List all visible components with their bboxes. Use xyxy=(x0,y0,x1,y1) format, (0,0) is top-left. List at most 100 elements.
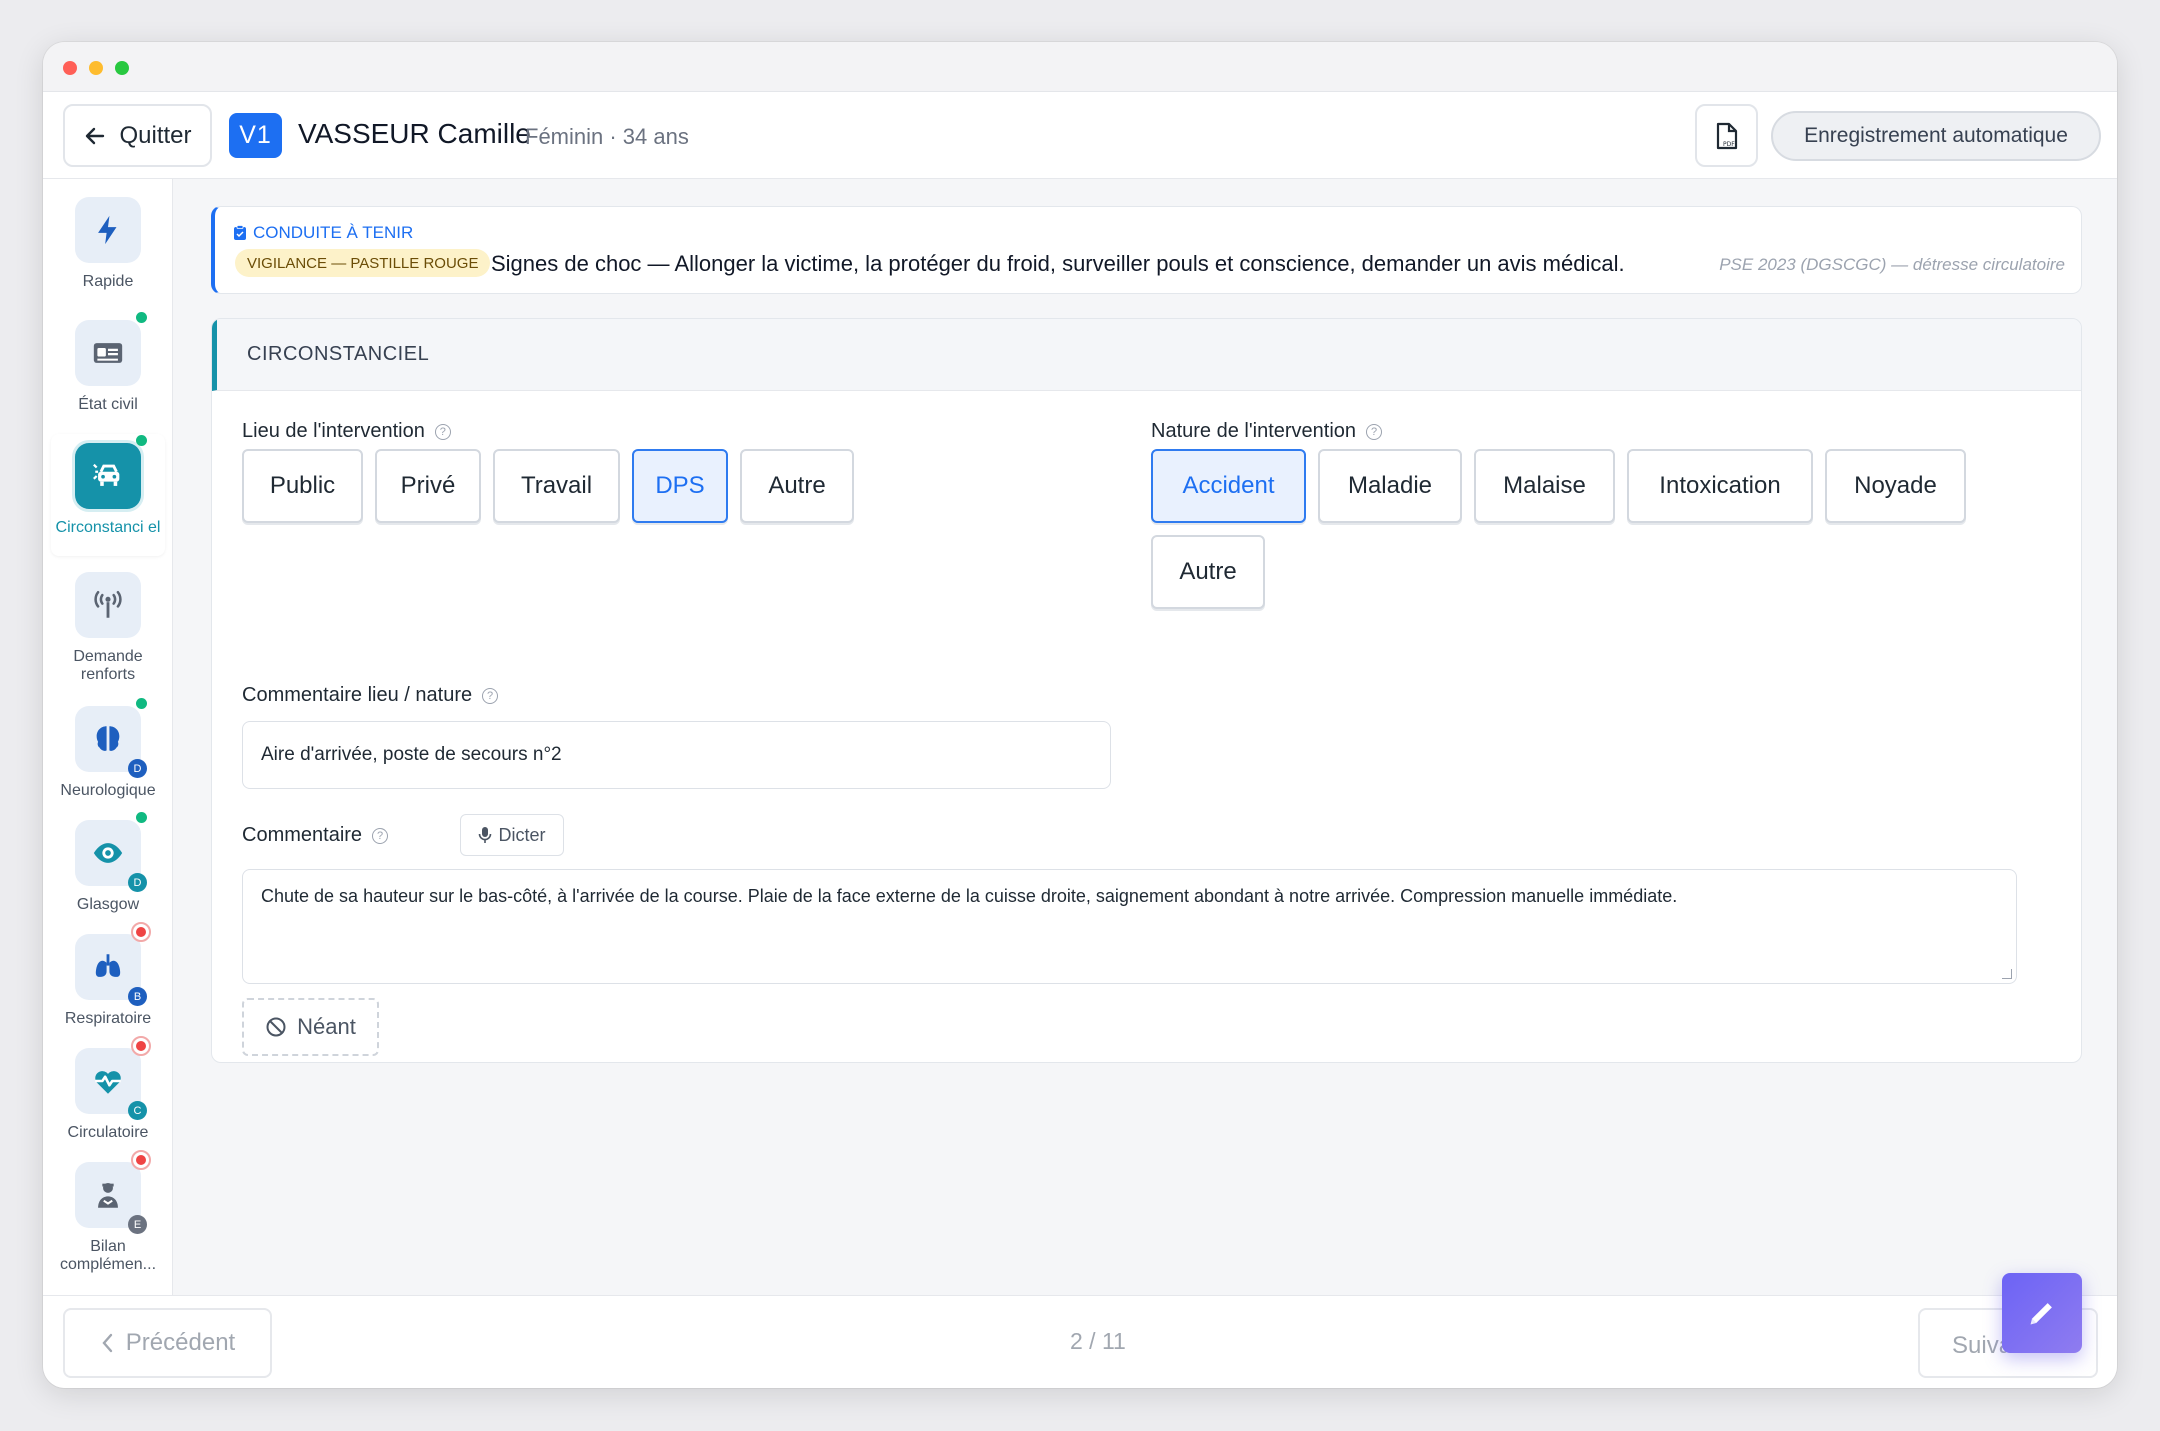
abcde-badge: C xyxy=(128,1101,147,1120)
nature-option-autre[interactable]: Autre xyxy=(1151,535,1265,609)
window-titlebar xyxy=(43,42,2117,92)
sidebar-item-etat-civil[interactable]: État civil xyxy=(51,312,165,424)
svg-text:PDF: PDF xyxy=(1723,141,1735,148)
neant-label: Néant xyxy=(297,1014,356,1039)
sidebar-item-label: Circulatoire xyxy=(67,1124,149,1141)
chevron-left-icon xyxy=(102,1333,112,1353)
brain-icon: D xyxy=(75,698,147,778)
help-icon[interactable]: ? xyxy=(434,423,451,440)
status-dot-red xyxy=(131,922,151,942)
status-dot-red xyxy=(131,1036,151,1056)
status-dot-red xyxy=(131,1150,151,1170)
sidebar-item-label: État civil xyxy=(78,396,138,413)
autosave-status[interactable]: Enregistrement automatique xyxy=(1771,111,2101,161)
nature-option-malaise[interactable]: Malaise xyxy=(1474,449,1615,523)
abcde-badge: D xyxy=(128,759,147,778)
lieu-option-prive[interactable]: Privé xyxy=(375,449,481,523)
dictate-label: Dicter xyxy=(498,824,546,845)
comment-lieu-input[interactable]: Aire d'arrivée, poste de secours n°2 xyxy=(242,721,1111,789)
patient-name: VASSEUR Camille xyxy=(298,118,531,149)
previous-button[interactable]: Précédent xyxy=(63,1308,272,1378)
help-icon[interactable]: ? xyxy=(1366,423,1383,440)
microphone-icon xyxy=(479,827,492,843)
pencil-icon xyxy=(2030,1303,2052,1325)
dictate-button[interactable]: Dicter xyxy=(460,814,564,856)
status-dot-green xyxy=(136,312,147,323)
lieu-option-travail[interactable]: Travail xyxy=(493,449,620,523)
sidebar-item-label: Respiratoire xyxy=(64,1010,152,1027)
arrow-left-icon xyxy=(86,127,105,144)
car-crash-icon xyxy=(75,435,147,509)
sidebar-item-neurologique[interactable]: D Neurologique xyxy=(51,698,165,810)
quit-label: Quitter xyxy=(119,121,192,149)
comment-text: Chute de sa hauteur sur le bas-côté, à l… xyxy=(261,886,1678,906)
sidebar-nav: Rapide État civil Circonstanci el Demand… xyxy=(43,179,173,1295)
comment-lieu-label-text: Commentaire lieu / nature xyxy=(242,684,473,706)
section-title: CIRCONSTANCIEL xyxy=(212,319,2081,391)
close-window-button[interactable] xyxy=(63,61,77,75)
sidebar-item-label: Bilan complémen... xyxy=(59,1238,157,1273)
victim-badge: V1 xyxy=(229,113,282,158)
lieu-option-public[interactable]: Public xyxy=(242,449,363,523)
sidebar-item-label: Rapide xyxy=(82,273,134,290)
footer-nav: Précédent 2 / 11 Suivant xyxy=(43,1295,2117,1388)
circonstanciel-card: CIRCONSTANCIEL Lieu de l'intervention ? … xyxy=(211,318,2082,1063)
lieu-option-autre[interactable]: Autre xyxy=(740,449,854,523)
patient-header: Quitter V1 VASSEUR Camille Féminin · 34 … xyxy=(43,92,2117,179)
pdf-export-button[interactable]: PDF xyxy=(1695,104,1758,167)
sidebar-item-demande-renforts[interactable]: Demande renforts xyxy=(51,572,165,683)
sidebar-item-bilan-complementaire[interactable]: E Bilan complémen... xyxy=(51,1150,165,1273)
minimize-window-button[interactable] xyxy=(89,61,103,75)
nature-label-text: Nature de l'intervention xyxy=(1151,420,1357,442)
sidebar-item-glasgow[interactable]: D Glasgow xyxy=(51,812,165,924)
page-indicator: 2 / 11 xyxy=(1070,1328,1126,1354)
antenna-icon xyxy=(75,572,141,638)
nature-label: Nature de l'intervention ? xyxy=(1151,420,1383,443)
conduite-a-tenir-banner: CONDUITE À TENIR VIGILANCE — PASTILLE RO… xyxy=(211,206,2082,294)
vigilance-badge: VIGILANCE — PASTILLE ROUGE xyxy=(235,249,491,277)
sidebar-item-label: Circonstanci el xyxy=(55,519,161,536)
pdf-icon: PDF xyxy=(1716,122,1737,149)
alert-title: CONDUITE À TENIR xyxy=(233,223,413,243)
comment-textarea[interactable]: Chute de sa hauteur sur le bas-côté, à l… xyxy=(242,869,2017,984)
help-icon[interactable]: ? xyxy=(482,687,499,704)
lieu-label-text: Lieu de l'intervention xyxy=(242,420,425,442)
quit-button[interactable]: Quitter xyxy=(63,104,212,167)
abcde-badge: E xyxy=(128,1215,147,1234)
status-dot-green xyxy=(136,812,147,823)
lieu-option-dps[interactable]: DPS xyxy=(632,449,728,523)
lungs-icon: B xyxy=(75,922,151,1006)
lieu-label: Lieu de l'intervention ? xyxy=(242,420,451,443)
status-dot-green xyxy=(136,435,147,446)
alert-title-text: CONDUITE À TENIR xyxy=(253,223,414,242)
abcde-badge: B xyxy=(128,987,147,1006)
status-dot-green xyxy=(136,698,147,709)
sidebar-item-circulatoire[interactable]: C Circulatoire xyxy=(51,1036,165,1152)
sidebar-item-respiratoire[interactable]: B Respiratoire xyxy=(51,922,165,1038)
help-icon[interactable]: ? xyxy=(372,827,389,844)
app-window: Quitter V1 VASSEUR Camille Féminin · 34 … xyxy=(43,42,2117,1388)
id-card-icon xyxy=(75,312,147,386)
alert-text: Signes de choc — Allonger la victime, la… xyxy=(491,251,1625,276)
comment-label-text: Commentaire xyxy=(242,824,363,846)
eye-icon: D xyxy=(75,812,147,892)
sidebar-item-rapide[interactable]: Rapide xyxy=(51,197,165,299)
abcde-badge: D xyxy=(128,873,147,892)
nature-option-accident[interactable]: Accident xyxy=(1151,449,1306,523)
ban-icon xyxy=(266,1017,286,1037)
patient-meta: Féminin · 34 ans xyxy=(525,124,689,149)
nature-option-maladie[interactable]: Maladie xyxy=(1318,449,1462,523)
previous-label: Précédent xyxy=(125,1329,236,1356)
person-icon: E xyxy=(75,1150,151,1234)
maximize-window-button[interactable] xyxy=(115,61,129,75)
resize-handle[interactable] xyxy=(2002,969,2012,979)
edit-fab-button[interactable] xyxy=(2002,1273,2082,1353)
sidebar-item-circonstanciel[interactable]: Circonstanci el xyxy=(51,434,165,556)
nature-option-noyade[interactable]: Noyade xyxy=(1825,449,1966,523)
clipboard-icon xyxy=(234,225,246,240)
sidebar-item-label: Glasgow xyxy=(76,896,140,913)
nature-option-intoxication[interactable]: Intoxication xyxy=(1627,449,1813,523)
sidebar-item-label: Demande renforts xyxy=(73,648,143,683)
alert-source: PSE 2023 (DGSCGC) — détresse circulatoir… xyxy=(1719,255,2065,274)
neant-button[interactable]: Néant xyxy=(242,998,379,1056)
